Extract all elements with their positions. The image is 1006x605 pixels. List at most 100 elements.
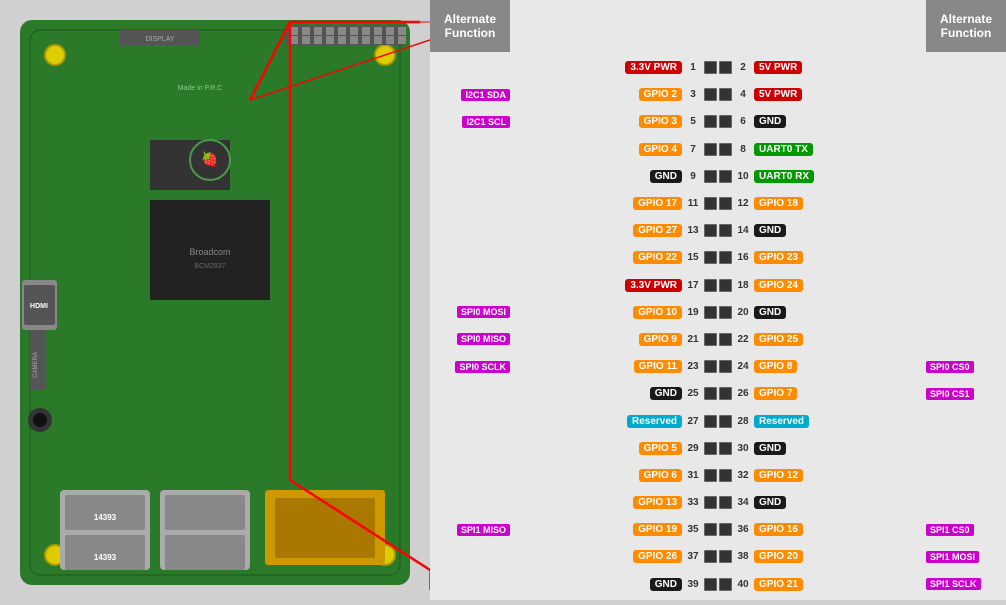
left-pin-name: GPIO 11 bbox=[634, 360, 682, 373]
left-pin-name: GND bbox=[650, 578, 682, 591]
left-pin-name: GPIO 26 bbox=[633, 550, 682, 563]
left-pin-name: GPIO 5 bbox=[639, 442, 682, 455]
pin-row: GPIO 271314GND bbox=[434, 218, 1002, 244]
left-pin-number: 13 bbox=[684, 225, 702, 236]
right-pin-section: 20GND bbox=[734, 306, 924, 319]
right-pin-name: GPIO 21 bbox=[754, 578, 803, 591]
left-pin-name: Reserved bbox=[627, 415, 682, 428]
pin-connector-left bbox=[704, 61, 717, 74]
pin-connector-right bbox=[719, 442, 732, 455]
pin-connector-right bbox=[719, 469, 732, 482]
pin-connector-left bbox=[704, 578, 717, 591]
center-pins bbox=[702, 360, 734, 373]
right-pin-section: 8UART0 TX bbox=[734, 143, 924, 156]
left-pin-section: GPIO 1935 bbox=[512, 523, 702, 536]
right-alt-cell: SPI1 MOSI bbox=[924, 551, 1002, 563]
left-alt-cell: I2C1 SDA bbox=[434, 89, 512, 101]
left-pin-section: GPIO 529 bbox=[512, 442, 702, 455]
svg-text:BCM2837: BCM2837 bbox=[194, 263, 225, 270]
right-alt-badge: SPI1 MOSI bbox=[926, 551, 979, 563]
left-pin-number: 15 bbox=[684, 252, 702, 263]
left-pin-section: GPIO 631 bbox=[512, 469, 702, 482]
left-pin-number: 31 bbox=[684, 470, 702, 481]
right-pin-number: 40 bbox=[734, 579, 752, 590]
pin-connector-right bbox=[719, 550, 732, 563]
right-pin-section: 16GPIO 23 bbox=[734, 251, 924, 264]
svg-text:Broadcom: Broadcom bbox=[189, 247, 230, 257]
right-pin-number: 16 bbox=[734, 252, 752, 263]
left-pin-section: GPIO 35 bbox=[512, 115, 702, 128]
left-pin-name: GPIO 2 bbox=[639, 88, 682, 101]
center-pins bbox=[702, 61, 734, 74]
right-pin-section: 12GPIO 18 bbox=[734, 197, 924, 210]
left-pin-number: 37 bbox=[684, 551, 702, 562]
left-pin-number: 21 bbox=[684, 334, 702, 345]
pin-connector-right bbox=[719, 224, 732, 237]
svg-text:Made in P.R.C: Made in P.R.C bbox=[178, 85, 223, 92]
pin-row: GND3940GPIO 21SPI1 SCLK bbox=[434, 571, 1002, 597]
pin-connector-left bbox=[704, 170, 717, 183]
right-pin-number: 22 bbox=[734, 334, 752, 345]
right-pin-name: GPIO 16 bbox=[754, 523, 803, 536]
left-pin-number: 7 bbox=[684, 144, 702, 155]
svg-text:🍓: 🍓 bbox=[201, 151, 218, 168]
center-pins bbox=[702, 578, 734, 591]
board-svg: HDMI 14393 14393 Broadcom BCM2837 bbox=[0, 0, 430, 600]
left-pin-section: GPIO 2637 bbox=[512, 550, 702, 563]
right-pin-section: 28Reserved bbox=[734, 415, 924, 428]
right-pin-section: 32GPIO 12 bbox=[734, 469, 924, 482]
center-pins bbox=[702, 333, 734, 346]
pin-connector-right bbox=[719, 523, 732, 536]
right-pin-section: 36GPIO 16 bbox=[734, 523, 924, 536]
pin-connector-right bbox=[719, 197, 732, 210]
left-pin-name: GPIO 19 bbox=[633, 523, 682, 536]
left-alt-cell: SPI0 SCLK bbox=[434, 361, 512, 373]
right-pin-name: UART0 TX bbox=[754, 143, 813, 156]
right-pin-number: 8 bbox=[734, 144, 752, 155]
right-pin-section: 34GND bbox=[734, 496, 924, 509]
right-pin-number: 36 bbox=[734, 524, 752, 535]
left-pin-number: 25 bbox=[684, 388, 702, 399]
right-pin-section: 10UART0 RX bbox=[734, 170, 924, 183]
pin-connector-right bbox=[719, 360, 732, 373]
left-alt-badge: SPI0 SCLK bbox=[455, 361, 510, 373]
pin-row: SPI1 MISOGPIO 193536GPIO 16SPI1 CS0 bbox=[434, 517, 1002, 543]
right-pin-section: 45V PWR bbox=[734, 88, 924, 101]
pin-connector-left bbox=[704, 279, 717, 292]
center-pins bbox=[702, 224, 734, 237]
pin-connector-right bbox=[719, 61, 732, 74]
right-pin-name: GPIO 7 bbox=[754, 387, 797, 400]
svg-text:14393: 14393 bbox=[94, 553, 117, 562]
left-pin-section: GPIO 1333 bbox=[512, 496, 702, 509]
pin-connector-right bbox=[719, 143, 732, 156]
pin-row: SPI0 MOSIGPIO 101920GND bbox=[434, 299, 1002, 325]
pin-connector-left bbox=[704, 360, 717, 373]
right-pin-name: GPIO 18 bbox=[754, 197, 803, 210]
pin-connector-right bbox=[719, 170, 732, 183]
pin-row: GND2526GPIO 7SPI0 CS1 bbox=[434, 381, 1002, 407]
right-pin-section: 30GND bbox=[734, 442, 924, 455]
pin-row: SPI0 SCLKGPIO 112324GPIO 8SPI0 CS0 bbox=[434, 354, 1002, 380]
svg-text:DISPLAY: DISPLAY bbox=[145, 36, 174, 43]
left-pin-name: GPIO 9 bbox=[639, 333, 682, 346]
left-pin-number: 19 bbox=[684, 307, 702, 318]
right-pin-section: 38GPIO 20 bbox=[734, 550, 924, 563]
pin-connector-right bbox=[719, 88, 732, 101]
left-pin-number: 29 bbox=[684, 443, 702, 454]
pin-row: 3.3V PWR125V PWR bbox=[434, 55, 1002, 81]
pin-connector-left bbox=[704, 251, 717, 264]
left-pin-section: GND25 bbox=[512, 387, 702, 400]
right-pin-section: 22GPIO 25 bbox=[734, 333, 924, 346]
right-pin-section: 26GPIO 7 bbox=[734, 387, 924, 400]
right-pin-number: 28 bbox=[734, 416, 752, 427]
right-pin-name: GND bbox=[754, 306, 786, 319]
header-spacer bbox=[510, 0, 926, 52]
right-pin-name: GPIO 8 bbox=[754, 360, 797, 373]
gpio-header: AlternateFunction AlternateFunction bbox=[430, 0, 1006, 52]
pin-connector-left bbox=[704, 224, 717, 237]
center-pins bbox=[702, 496, 734, 509]
right-alt-badge: SPI0 CS0 bbox=[926, 361, 974, 373]
right-pin-name: GPIO 12 bbox=[754, 469, 803, 482]
left-pin-section: GPIO 1123 bbox=[512, 360, 702, 373]
pin-row: GPIO 2637 38GPIO 20SPI1 MOSI bbox=[434, 544, 1002, 570]
